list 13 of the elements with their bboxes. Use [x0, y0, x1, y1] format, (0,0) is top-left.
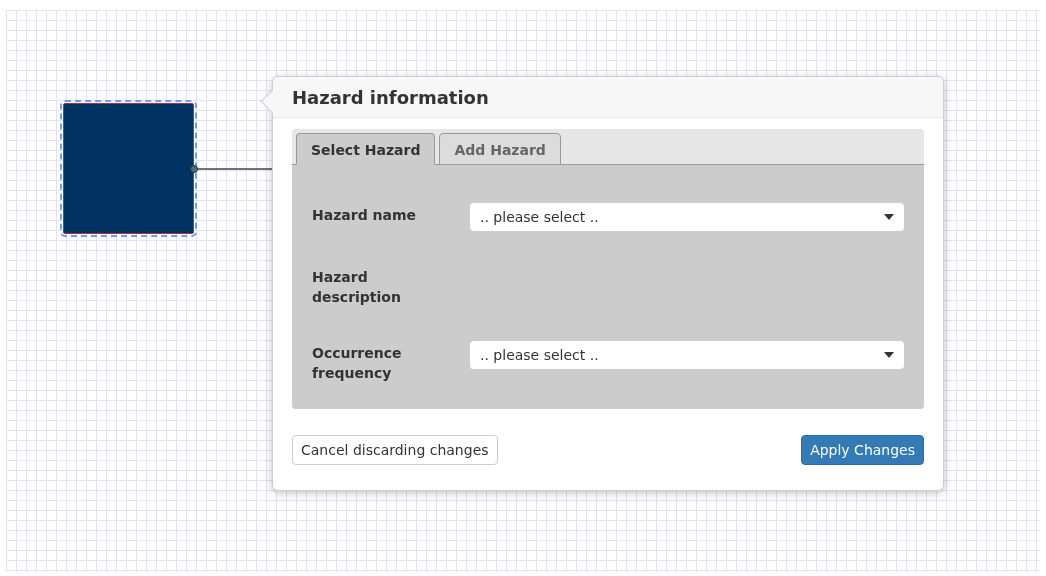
select-field[interactable]: .. please select .. [470, 341, 904, 369]
diagram-node[interactable] [63, 103, 194, 234]
field-label: Hazard name [312, 206, 418, 225]
select-field[interactable]: .. please select .. [470, 203, 904, 231]
tab[interactable]: Add Hazard [439, 133, 561, 165]
field-label: Hazard description [312, 268, 402, 307]
caret-icon [884, 214, 894, 220]
field-label: Occurrence frequency [312, 344, 403, 383]
caret-icon [884, 352, 894, 358]
apply-button[interactable]: Apply Changes [801, 435, 924, 465]
cancel-button[interactable]: Cancel discarding changes [292, 435, 498, 465]
popover-title: Hazard information [292, 87, 490, 108]
tab[interactable]: Select Hazard [296, 133, 436, 165]
